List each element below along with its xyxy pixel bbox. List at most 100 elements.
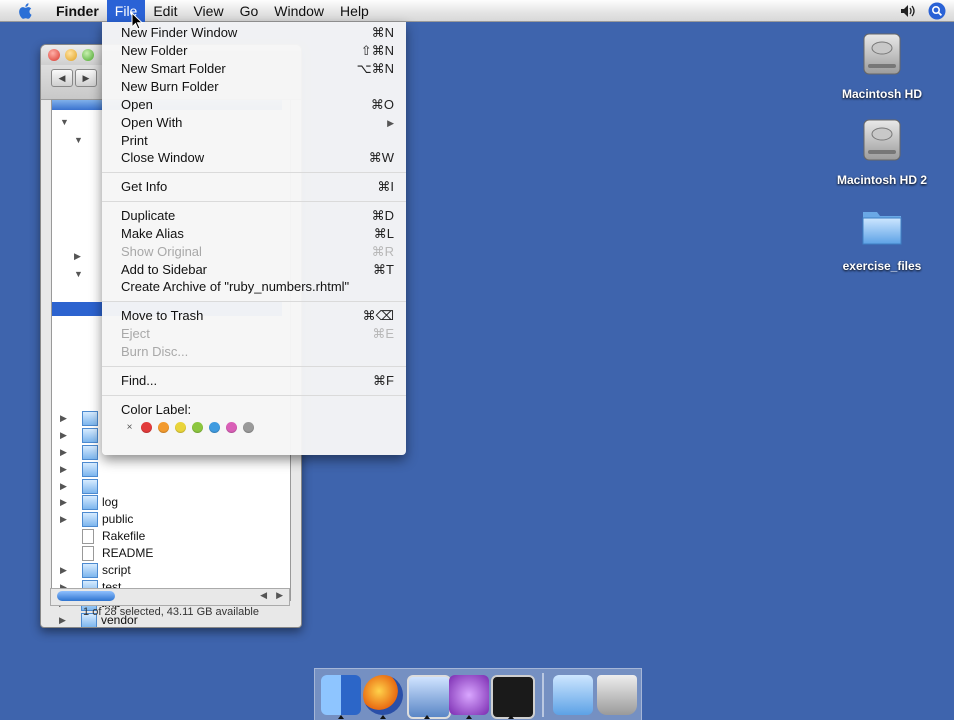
folder-icon: [82, 479, 98, 494]
running-indicator-icon: [508, 715, 514, 719]
menu-view[interactable]: View: [185, 0, 231, 22]
color-label-gray[interactable]: [243, 422, 254, 433]
color-label-green[interactable]: [192, 422, 203, 433]
forward-button[interactable]: ▶: [75, 69, 97, 87]
disclosure-open-icon[interactable]: ▼: [74, 266, 83, 282]
folder-icon: [82, 512, 98, 527]
menu-item-label: Add to Sidebar: [121, 262, 208, 277]
menu-item-move-to-trash[interactable]: Move to Trash ⌘⌫: [102, 307, 406, 325]
folder-icon: [82, 428, 98, 443]
menu-item-new-smart-folder[interactable]: New Smart Folder ⌥⌘N: [102, 60, 406, 78]
menu-item-close-window[interactable]: Close Window ⌘W: [102, 149, 406, 167]
zoom-window-button[interactable]: [82, 49, 94, 61]
menu-go[interactable]: Go: [232, 0, 267, 22]
list-item[interactable]: ▶ log: [52, 494, 282, 510]
running-indicator-icon: [466, 715, 472, 719]
menu-item-new-finder-window[interactable]: New Finder Window ⌘N: [102, 24, 406, 42]
file-menu-dropdown: New Finder Window ⌘N New Folder ⇧⌘N New Sm…: [102, 22, 406, 455]
disclosure-closed-icon[interactable]: ▶: [74, 248, 81, 264]
menu-item-shortcut: ⌘T: [373, 262, 394, 277]
menu-item-label: Open With: [121, 115, 183, 130]
menu-item-create-archive[interactable]: Create Archive of "ruby_numbers.rhtml": [102, 278, 406, 296]
color-label-orange[interactable]: [158, 422, 169, 433]
folder-icon: [82, 411, 98, 426]
menu-item-print[interactable]: Print: [102, 132, 406, 150]
menu-item-add-to-sidebar[interactable]: Add to Sidebar ⌘T: [102, 261, 406, 279]
list-item[interactable]: Rakefile: [52, 528, 282, 544]
menu-item-eject: Eject ⌘E: [102, 325, 406, 343]
menu-item-label: New Burn Folder: [121, 79, 219, 94]
menu-item-burn-disc: Burn Disc...: [102, 343, 406, 361]
menu-item-get-info[interactable]: Get Info ⌘I: [102, 178, 406, 196]
menu-item-find[interactable]: Find... ⌘F: [102, 372, 406, 390]
color-label-purple[interactable]: [226, 422, 237, 433]
menu-edit[interactable]: Edit: [145, 0, 185, 22]
finder-icon[interactable]: [321, 675, 361, 715]
disclosure-closed-icon[interactable]: ▶: [60, 444, 67, 460]
list-item[interactable]: ▶: [52, 478, 282, 494]
folder-icon: [862, 212, 902, 245]
textmate-icon[interactable]: [449, 675, 489, 715]
preview-icon[interactable]: [407, 675, 451, 719]
color-label-yellow[interactable]: [175, 422, 186, 433]
scroll-left-icon[interactable]: ◀: [260, 590, 267, 601]
disclosure-closed-icon[interactable]: ▶: [60, 494, 67, 510]
firefox-icon[interactable]: [363, 675, 403, 715]
disclosure-closed-icon[interactable]: ▶: [60, 461, 67, 477]
menu-help[interactable]: Help: [332, 0, 377, 22]
hard-drive-icon: [863, 119, 901, 161]
menu-item-shortcut: ⌘I: [377, 179, 394, 194]
menu-item-label: Open: [121, 97, 153, 112]
menu-app-name[interactable]: Finder: [48, 0, 107, 22]
menu-item-label: Move to Trash: [121, 308, 204, 323]
minimize-window-button[interactable]: [65, 49, 77, 61]
disclosure-open-icon[interactable]: ▼: [74, 132, 83, 148]
menu-item-new-burn-folder[interactable]: New Burn Folder: [102, 78, 406, 96]
mouse-pointer-icon: [131, 11, 144, 33]
list-item[interactable]: ▶ script: [52, 562, 282, 578]
menu-item-shortcut: ⌘R: [371, 244, 394, 259]
disclosure-closed-icon[interactable]: ▶: [60, 410, 67, 426]
disclosure-open-icon[interactable]: ▼: [60, 114, 69, 130]
desktop-item-exercise-files[interactable]: exercise_files: [832, 202, 932, 273]
color-label-blue[interactable]: [209, 422, 220, 433]
list-item-name: README: [102, 546, 154, 560]
applications-folder-icon[interactable]: [553, 675, 593, 715]
color-label-none[interactable]: ×: [124, 422, 135, 433]
list-item[interactable]: ▶ public: [52, 511, 282, 527]
terminal-icon[interactable]: [491, 675, 535, 719]
list-item[interactable]: ▶: [52, 461, 282, 477]
disclosure-closed-icon[interactable]: ▶: [60, 562, 67, 578]
back-button[interactable]: ◀: [51, 69, 73, 87]
desktop-item-label: Macintosh HD 2: [836, 173, 927, 187]
menu-item-new-folder[interactable]: New Folder ⇧⌘N: [102, 42, 406, 60]
trash-icon[interactable]: [597, 675, 637, 715]
disclosure-closed-icon[interactable]: ▶: [60, 427, 67, 443]
spotlight-icon[interactable]: [928, 2, 946, 23]
menu-item-label: Duplicate: [121, 208, 176, 223]
horizontal-scrollbar[interactable]: ◀ ▶: [50, 588, 290, 606]
menu-item-label: Find...: [121, 373, 158, 388]
menu-item-shortcut: ⇧⌘N: [360, 43, 394, 58]
volume-icon[interactable]: [900, 4, 916, 21]
menu-item-label: Burn Disc...: [121, 344, 189, 359]
menu-window[interactable]: Window: [266, 0, 332, 22]
menu-item-open[interactable]: Open ⌘O: [102, 96, 406, 114]
disclosure-closed-icon[interactable]: ▶: [60, 478, 67, 494]
scrollbar-thumb[interactable]: [57, 591, 115, 601]
color-label-red[interactable]: [141, 422, 152, 433]
menu-item-shortcut: ⌘F: [373, 373, 394, 388]
scroll-right-icon[interactable]: ▶: [276, 590, 283, 601]
close-window-button[interactable]: [48, 49, 60, 61]
menu-item-open-with[interactable]: Open With ▶: [102, 114, 406, 132]
document-icon: [82, 546, 94, 561]
desktop-item-label: Macintosh HD: [841, 87, 922, 101]
desktop-item-macintosh-hd[interactable]: Macintosh HD: [832, 30, 932, 101]
menu-separator: [102, 366, 406, 367]
menu-item-duplicate[interactable]: Duplicate ⌘D: [102, 207, 406, 225]
list-item[interactable]: README: [52, 545, 282, 561]
desktop-item-macintosh-hd-2[interactable]: Macintosh HD 2: [832, 116, 932, 187]
menu-item-make-alias[interactable]: Make Alias ⌘L: [102, 225, 406, 243]
apple-menu-icon[interactable]: [14, 2, 38, 20]
disclosure-closed-icon[interactable]: ▶: [60, 511, 67, 527]
